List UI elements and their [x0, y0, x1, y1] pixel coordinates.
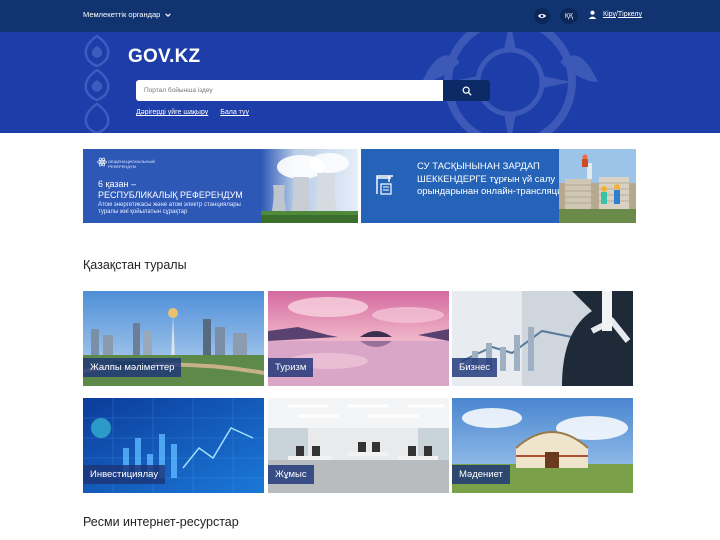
auth-links: Кіру/Тіркелу: [588, 10, 642, 19]
site-logo[interactable]: GOV.KZ: [128, 46, 200, 68]
tile-tourism[interactable]: Туризм: [268, 291, 449, 386]
tile-label: Инвестициялау: [83, 465, 166, 484]
search-button[interactable]: [443, 80, 490, 101]
flood-housing-banner[interactable]: СУ ТАСҚЫНЫНАН ЗАРДАП ШЕККЕНДЕРГЕ тұрғын …: [361, 149, 636, 223]
tile-label: Туризм: [268, 358, 314, 377]
cooling-towers-image: [261, 149, 358, 223]
language-button[interactable]: ҚҚ: [560, 8, 578, 24]
construction-crane-icon: [376, 175, 393, 195]
chevron-down-icon: [165, 12, 172, 17]
referendum-subtitle: Атом энергетикасы және атом электр станц…: [98, 202, 241, 215]
tile-label: Мәдениет: [452, 465, 510, 484]
state-bodies-label: Мемлекеттік органдар: [83, 10, 161, 19]
flood-housing-title: СУ ТАСҚЫНЫНАН ЗАРДАП ШЕККЕНДЕРГЕ тұрғын …: [417, 161, 568, 197]
tile-general-info[interactable]: Жалпы мәліметтер: [83, 291, 264, 386]
atom-logo-icon: [97, 157, 107, 167]
state-bodies-dropdown[interactable]: Мемлекеттік органдар: [83, 10, 172, 19]
referendum-logo-text: ОБЩЕНАЦИОНАЛЬНЫЙ РЕФЕРЕНДУМ: [108, 159, 155, 169]
tile-business[interactable]: Бизнес: [452, 291, 633, 386]
tile-label: Бизнес: [452, 358, 498, 377]
tile-investment[interactable]: Инвестициялау: [83, 398, 264, 493]
referendum-title: 6 қазан – РЕСПУБЛИКАЛЫҚ РЕФЕРЕНДУМ: [98, 179, 243, 200]
top-bar: Мемлекеттік органдар ҚҚ Кіру/Тіркелу: [0, 0, 720, 32]
search-input[interactable]: [136, 80, 443, 101]
eye-icon: [537, 13, 547, 19]
official-resources-heading: Ресми интернет-ресурстар: [83, 515, 239, 529]
search-bar: [136, 80, 490, 101]
hero-header: GOV.KZ Дәрігерді үйге шақыру Бала туу: [0, 32, 720, 133]
construction-workers-image: [559, 149, 636, 223]
user-icon: [588, 10, 597, 19]
tile-culture[interactable]: Мәдениет: [452, 398, 633, 493]
tile-label: Жалпы мәліметтер: [83, 358, 182, 377]
search-icon: [462, 86, 472, 96]
about-kazakhstan-heading: Қазақстан туралы: [83, 258, 187, 272]
referendum-banner[interactable]: ОБЩЕНАЦИОНАЛЬНЫЙ РЕФЕРЕНДУМ 6 қазан – РЕ…: [83, 149, 358, 223]
call-doctor-link[interactable]: Дәрігерді үйге шақыру: [136, 109, 208, 116]
popular-links: Дәрігерді үйге шақыру Бала туу: [136, 109, 249, 116]
tile-label: Жұмыс: [268, 465, 314, 484]
accessibility-button[interactable]: [534, 8, 550, 24]
ornament-decoration: [84, 34, 110, 133]
register-link[interactable]: Тіркелу: [618, 11, 642, 18]
childbirth-link[interactable]: Бала туу: [220, 109, 249, 116]
login-link[interactable]: Кіру: [603, 11, 616, 18]
tile-work[interactable]: Жұмыс: [268, 398, 449, 493]
